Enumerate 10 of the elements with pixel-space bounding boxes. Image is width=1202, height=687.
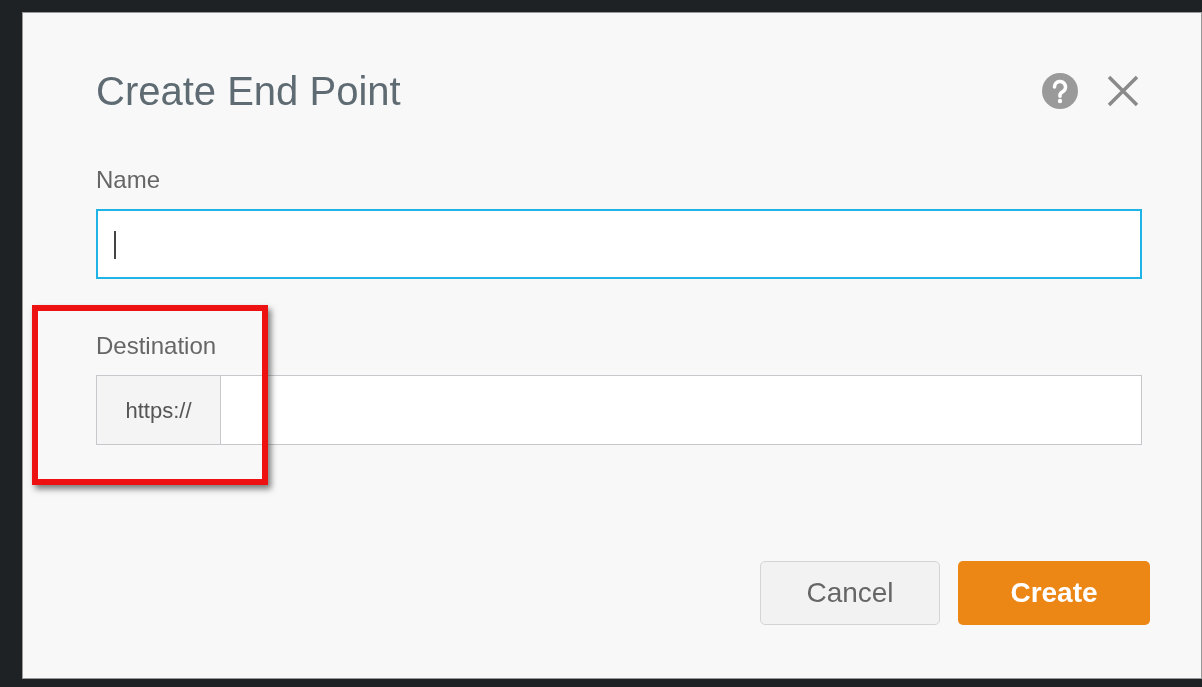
- url-prefix: https://: [97, 376, 221, 444]
- field-label: Name: [96, 165, 162, 195]
- destination-field[interactable]: https://: [96, 375, 1142, 445]
- field-label: Destination: [96, 331, 218, 361]
- cancel-button[interactable]: Cancel: [760, 561, 940, 625]
- dialog-title: Create End Point: [96, 71, 401, 111]
- create-button[interactable]: Create: [958, 561, 1150, 625]
- close-icon[interactable]: [1107, 75, 1139, 107]
- name-field[interactable]: [96, 209, 1142, 279]
- help-icon[interactable]: [1041, 72, 1079, 110]
